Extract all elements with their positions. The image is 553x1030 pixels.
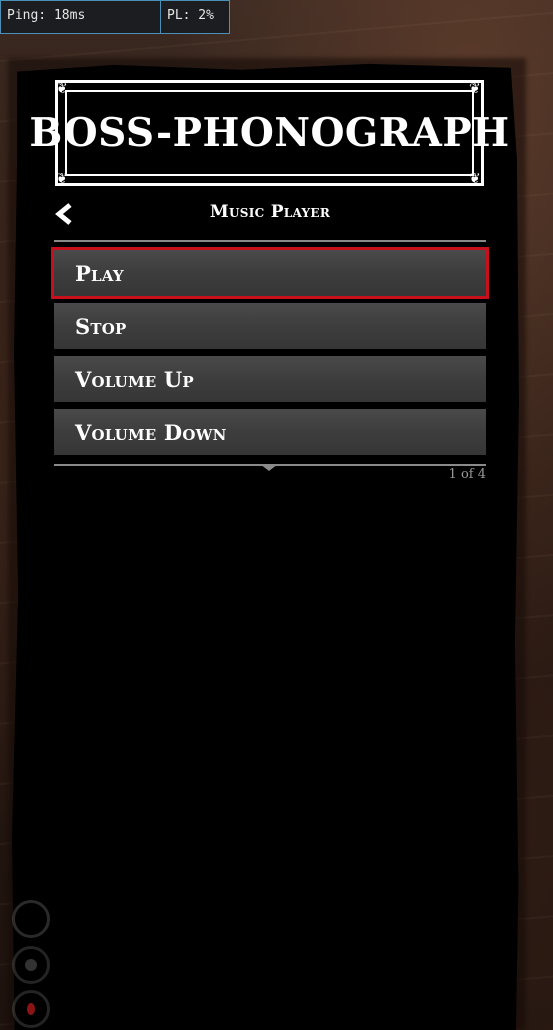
menu-title: BOSS-PHONOGRAPH bbox=[29, 110, 510, 156]
menu-list: Play Stop Volume Up Volume Down bbox=[51, 247, 489, 462]
menu-subtitle: Music Player bbox=[209, 202, 331, 222]
stamina-icon bbox=[12, 900, 50, 938]
packet-loss-readout: PL: 2% bbox=[161, 0, 230, 34]
scroll-down-icon bbox=[260, 464, 278, 471]
ping-readout: Ping: 18ms bbox=[0, 0, 161, 34]
dead-eye-core bbox=[27, 1003, 35, 1015]
health-core bbox=[25, 959, 37, 971]
dead-eye-icon bbox=[12, 990, 50, 1028]
health-icon bbox=[12, 946, 50, 984]
menu-item-label: Play bbox=[75, 260, 124, 286]
menu-item-stop[interactable]: Stop bbox=[54, 303, 486, 349]
divider bbox=[54, 240, 486, 242]
menu-item-play[interactable]: Play bbox=[51, 247, 489, 299]
page-count: 1 of 4 bbox=[448, 467, 486, 482]
stamina-core bbox=[25, 913, 37, 925]
title-frame: BOSS-PHONOGRAPH bbox=[29, 90, 509, 176]
menu-item-volume-down[interactable]: Volume Down bbox=[54, 409, 486, 455]
network-debug-overlay: Ping: 18ms PL: 2% bbox=[0, 0, 230, 34]
menu-item-volume-up[interactable]: Volume Up bbox=[54, 356, 486, 402]
title-banner: ❦ ❦ ❦ ❦ BOSS-PHONOGRAPH bbox=[29, 80, 509, 186]
menu-item-label: Stop bbox=[75, 313, 127, 339]
menu-item-label: Volume Down bbox=[75, 419, 227, 445]
menu-item-label: Volume Up bbox=[75, 366, 194, 392]
